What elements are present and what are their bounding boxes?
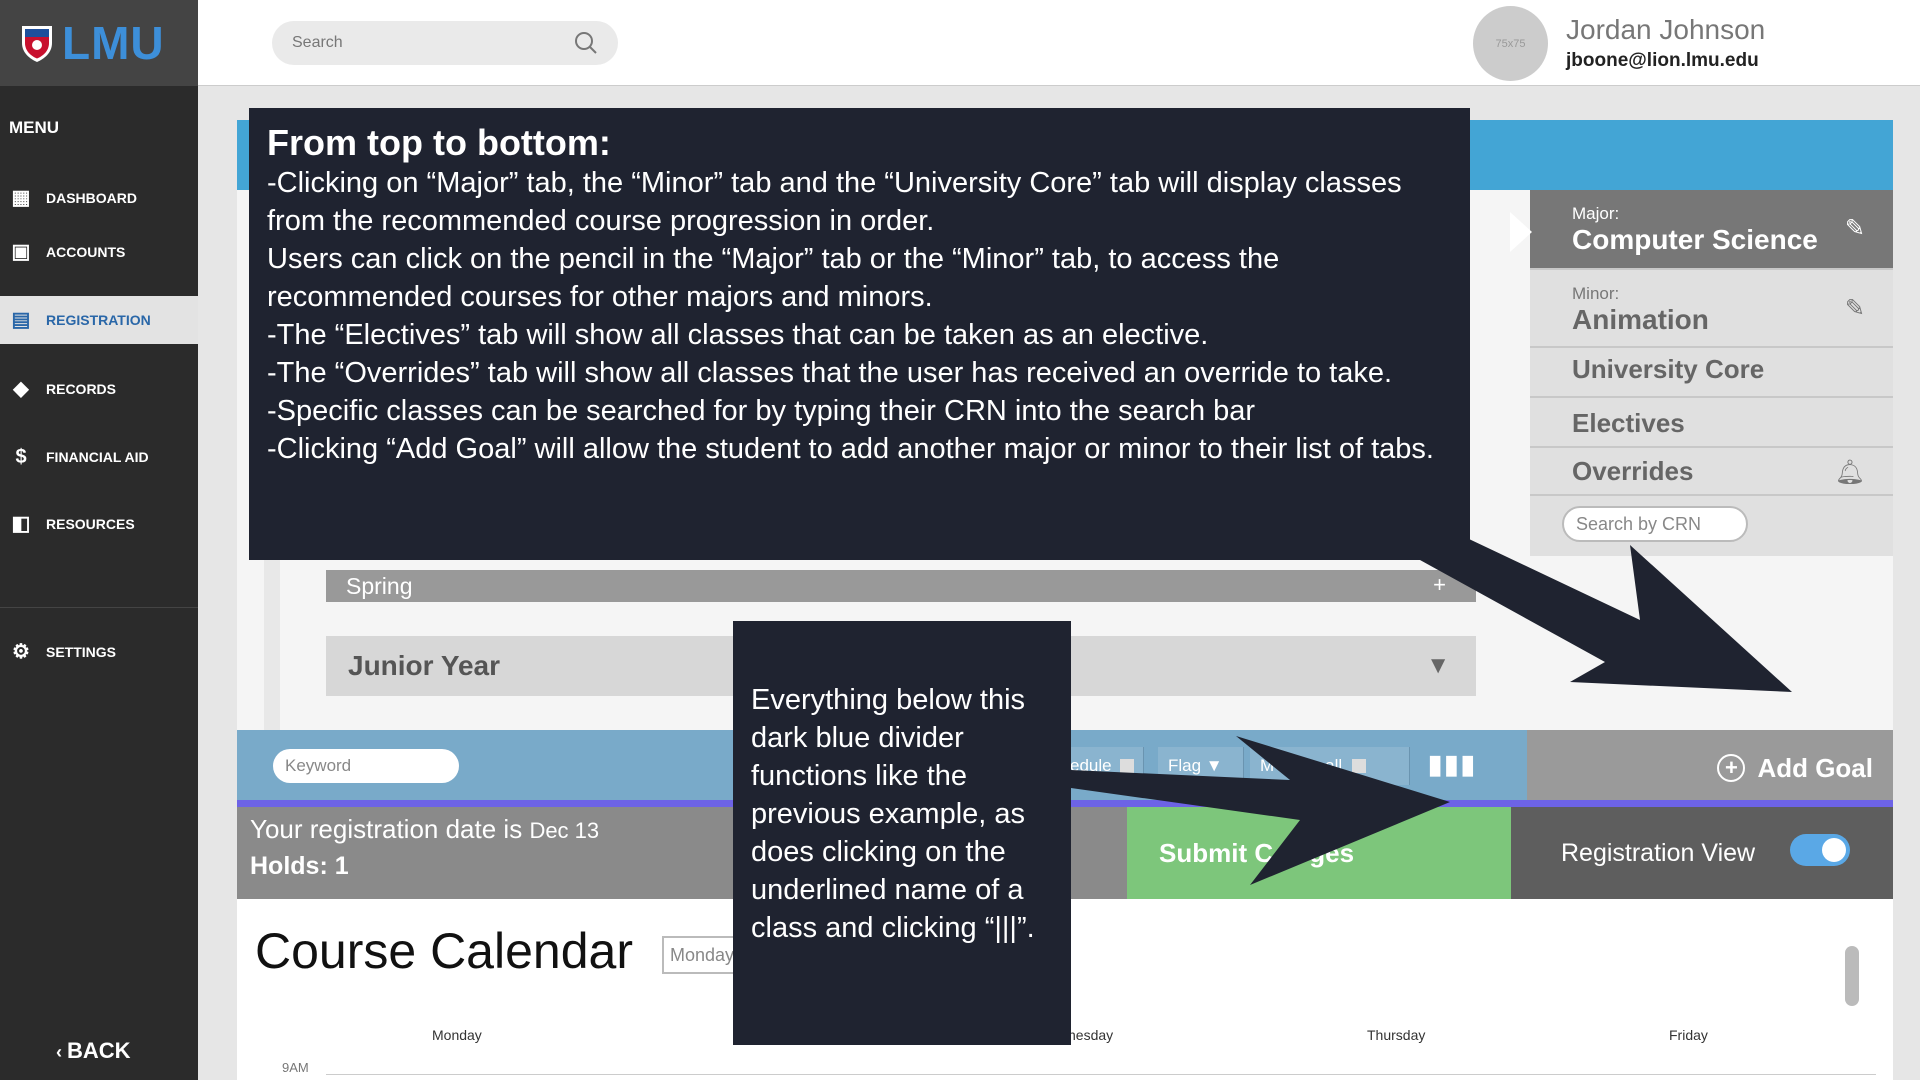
annotation-box-bottom: Everything below this dark blue divider …: [733, 621, 1071, 1045]
annotation-line: -Specific classes can be searched for by…: [267, 395, 1256, 427]
annotation-line: -The “Overrides” tab will show all class…: [267, 357, 1393, 389]
annotation-line: -Clicking on “Major” tab, the “Minor” ta…: [267, 167, 1402, 237]
annotation-box-top: From top to bottom: -Clicking on “Major”…: [249, 108, 1470, 560]
annotation-line: -Clicking “Add Goal” will allow the stud…: [267, 433, 1434, 465]
arrow-to-toolbar: [1071, 736, 1450, 885]
annotation-line: Users can click on the pencil in the “Ma…: [267, 243, 1280, 313]
annotation-line: -The “Electives” tab will show all class…: [267, 319, 1209, 351]
annotation-heading: From top to bottom:: [267, 122, 611, 163]
arrow-to-add-goal: [1420, 530, 1792, 692]
